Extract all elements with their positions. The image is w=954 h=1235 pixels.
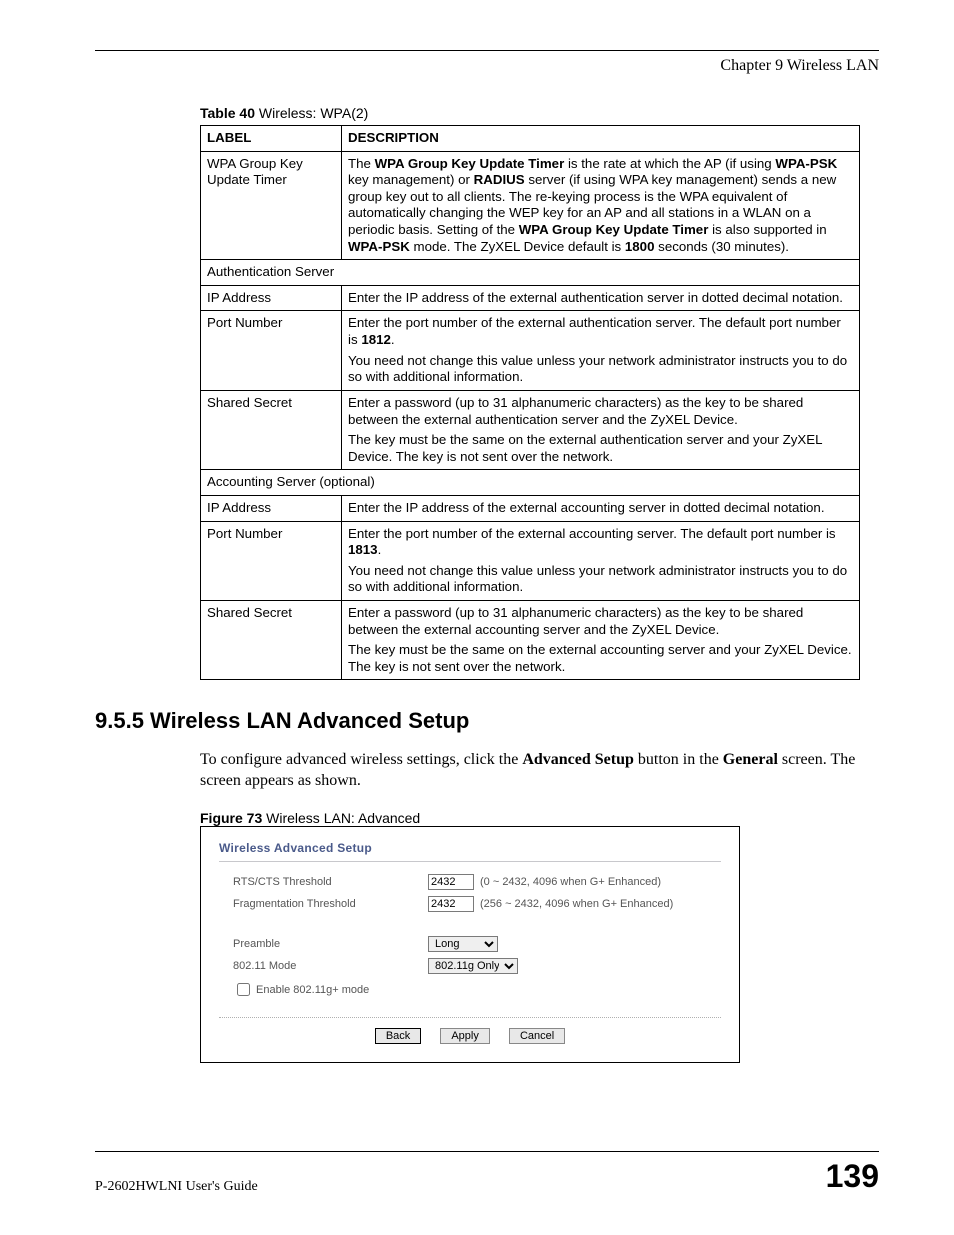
cell-label: IP Address: [201, 495, 342, 521]
figure-73-caption-bold: Figure 73: [200, 810, 262, 826]
preamble-label: Preamble: [233, 938, 428, 950]
cell-label: Port Number: [201, 521, 342, 600]
frag-hint: (256 ~ 2432, 4096 when G+ Enhanced): [480, 898, 673, 910]
table-row: Shared Secret Enter a password (up to 31…: [201, 390, 860, 469]
page: Chapter 9 Wireless LAN Table 40 Wireless…: [0, 0, 954, 1235]
apply-button[interactable]: Apply: [440, 1028, 490, 1044]
back-button[interactable]: Back: [375, 1028, 421, 1044]
cell-desc: Enter a password (up to 31 alphanumeric …: [342, 390, 860, 469]
divider: [219, 861, 721, 862]
cell-full: Accounting Server (optional): [201, 470, 860, 496]
rts-input[interactable]: [428, 874, 474, 890]
figure-73-caption-rest: Wireless LAN: Advanced: [262, 810, 420, 826]
footer-guide-name: P-2602HWLNI User's Guide: [95, 1179, 258, 1195]
table-row: Shared Secret Enter a password (up to 31…: [201, 601, 860, 680]
page-number: 139: [826, 1158, 879, 1195]
header-rule: [95, 50, 879, 51]
table-row: IP Address Enter the IP address of the e…: [201, 285, 860, 311]
button-bar: Back Apply Cancel: [219, 1017, 721, 1044]
cell-label: WPA Group Key Update Timer: [201, 151, 342, 260]
rts-row: RTS/CTS Threshold (0 ~ 2432, 4096 when G…: [219, 874, 721, 890]
table-40-caption-bold: Table 40: [200, 105, 255, 121]
rts-hint: (0 ~ 2432, 4096 when G+ Enhanced): [480, 876, 661, 888]
table-row: Port Number Enter the port number of the…: [201, 521, 860, 600]
table-row-heading: Authentication Server: [201, 260, 860, 286]
frag-row: Fragmentation Threshold (256 ~ 2432, 409…: [219, 896, 721, 912]
table-header-row: LABEL DESCRIPTION: [201, 126, 860, 152]
table-row: IP Address Enter the IP address of the e…: [201, 495, 860, 521]
table-40-caption: Table 40 Wireless: WPA(2): [200, 105, 879, 121]
table-row: Port Number Enter the port number of the…: [201, 311, 860, 390]
cancel-button[interactable]: Cancel: [509, 1028, 565, 1044]
section-paragraph: To configure advanced wireless settings,…: [200, 750, 860, 792]
cell-desc: Enter the IP address of the external aut…: [342, 285, 860, 311]
mode-row: 802.11 Mode 802.11g Only: [219, 958, 721, 974]
figure-73-box: Wireless Advanced Setup RTS/CTS Threshol…: [200, 826, 740, 1063]
rts-label: RTS/CTS Threshold: [233, 876, 428, 888]
cell-label: IP Address: [201, 285, 342, 311]
cell-full: Authentication Server: [201, 260, 860, 286]
enable-gplus-row: Enable 802.11g+ mode: [219, 980, 721, 999]
section-heading-955: 9.5.5 Wireless LAN Advanced Setup: [95, 708, 879, 734]
mode-label: 802.11 Mode: [233, 960, 428, 972]
frag-label: Fragmentation Threshold: [233, 898, 428, 910]
table-40-caption-rest: Wireless: WPA(2): [255, 105, 368, 121]
footer-rule: [95, 1151, 879, 1152]
footer: P-2602HWLNI User's Guide 139: [95, 1151, 879, 1195]
frag-input[interactable]: [428, 896, 474, 912]
cell-label: Port Number: [201, 311, 342, 390]
col-description: DESCRIPTION: [342, 126, 860, 152]
cell-label: Shared Secret: [201, 390, 342, 469]
chapter-title: Chapter 9 Wireless LAN: [95, 57, 879, 75]
preamble-select[interactable]: Long: [428, 936, 498, 952]
preamble-row: Preamble Long: [219, 936, 721, 952]
wireless-advanced-title: Wireless Advanced Setup: [219, 841, 721, 855]
table-40: LABEL DESCRIPTION WPA Group Key Update T…: [200, 125, 860, 680]
enable-gplus-checkbox[interactable]: [237, 983, 250, 996]
cell-desc: The WPA Group Key Update Timer is the ra…: [342, 151, 860, 260]
col-label: LABEL: [201, 126, 342, 152]
table-row: WPA Group Key Update Timer The WPA Group…: [201, 151, 860, 260]
table-row-heading: Accounting Server (optional): [201, 470, 860, 496]
mode-select[interactable]: 802.11g Only: [428, 958, 518, 974]
enable-gplus-label: Enable 802.11g+ mode: [256, 984, 369, 996]
cell-desc: Enter the IP address of the external acc…: [342, 495, 860, 521]
figure-73-caption: Figure 73 Wireless LAN: Advanced: [200, 810, 879, 826]
cell-label: Shared Secret: [201, 601, 342, 680]
spacer: [219, 918, 721, 936]
cell-desc: Enter the port number of the external ac…: [342, 521, 860, 600]
cell-desc: Enter the port number of the external au…: [342, 311, 860, 390]
cell-desc: Enter a password (up to 31 alphanumeric …: [342, 601, 860, 680]
